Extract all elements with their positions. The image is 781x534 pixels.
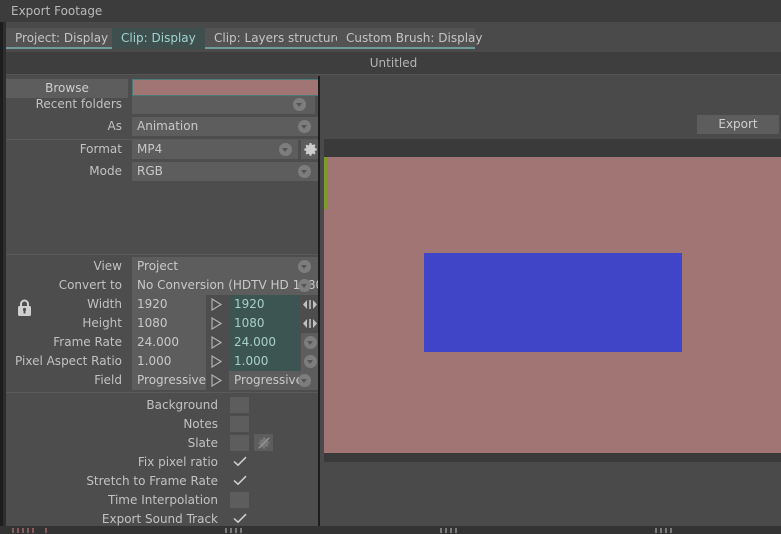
pixel-aspect-ratio-target-field[interactable]: 1.000 — [229, 352, 299, 371]
mode-label: Mode — [89, 164, 122, 178]
field-chevron-down-icon[interactable] — [298, 374, 311, 387]
fix-pixel-ratio-checkbox[interactable] — [230, 454, 249, 470]
height-nudge-arrows-icon[interactable] — [302, 314, 318, 333]
convert-to-label: Convert to — [58, 278, 122, 292]
frame-rate-target-field[interactable]: 24.000 — [229, 333, 299, 352]
tab-clip-display[interactable]: Clip: Display — [112, 28, 205, 49]
check-icon — [232, 475, 247, 486]
recent-folders-select[interactable] — [132, 95, 315, 114]
stretch-to-frame-rate-label: Stretch to Frame Rate — [86, 474, 218, 488]
view-chevron-down-icon[interactable] — [298, 260, 311, 273]
width-source-field[interactable]: 1920 — [132, 295, 206, 314]
view-label: View — [93, 259, 122, 273]
recent-folders-chevron-down-icon[interactable] — [293, 98, 306, 111]
title-bar: Export Footage — [0, 0, 781, 22]
tab-strip: Project: Display Clip: Display Clip: Lay… — [6, 28, 781, 49]
field-source-field[interactable]: Progressive — [132, 371, 206, 390]
width-transfer-arrow-icon — [211, 298, 222, 311]
tab-project-display[interactable]: Project: Display — [6, 28, 112, 49]
as-select[interactable]: Animation — [132, 117, 320, 136]
canvas-shape-rectangle — [424, 253, 682, 352]
frame-rate-label: Frame Rate — [53, 335, 122, 349]
field-transfer-arrow-icon — [211, 374, 222, 387]
notes-checkbox[interactable] — [230, 416, 249, 432]
width-target-field[interactable]: 1920 — [229, 295, 299, 314]
background-label: Background — [146, 398, 218, 412]
height-label: Height — [82, 316, 122, 330]
frame-rate-transfer-arrow-icon — [211, 336, 222, 349]
slate-label: Slate — [187, 436, 218, 450]
canvas-marker — [324, 157, 327, 209]
convert-to-chevron-down-icon[interactable] — [298, 279, 311, 292]
frame-range-controls: All Frames - Clip 1000 — [320, 462, 781, 534]
format-label: Format — [79, 142, 122, 156]
fix-pixel-ratio-label: Fix pixel ratio — [137, 455, 218, 469]
tab-clip-layers-structure[interactable]: Clip: Layers structure — [205, 28, 343, 49]
export-footage-dialog: Export Footage Project: Display Clip: Di… — [0, 0, 781, 534]
canvas-top-bar — [324, 139, 781, 157]
export-button[interactable]: Export — [697, 115, 779, 134]
divider-resolution — [6, 254, 320, 255]
canvas-bottom-bar — [324, 453, 781, 462]
field-label: Field — [94, 373, 122, 387]
stretch-to-frame-rate-checkbox[interactable] — [230, 473, 249, 489]
preview-panel: Export All Frames - Clip 1000 — [320, 76, 781, 534]
frame-rate-chevron-down-icon — [304, 336, 317, 349]
tab-custom-brush-display[interactable]: Custom Brush: Display — [337, 28, 483, 49]
width-nudge-arrows-icon[interactable] — [302, 295, 318, 314]
notes-label: Notes — [183, 417, 218, 431]
format-chevron-down-icon[interactable] — [279, 143, 292, 156]
slate-checkbox[interactable] — [230, 435, 249, 451]
pixel-aspect-ratio-source-field[interactable]: 1.000 — [132, 352, 206, 371]
height-target-field[interactable]: 1080 — [229, 314, 299, 333]
pixel-aspect-ratio-label: Pixel Aspect Ratio — [15, 354, 122, 368]
document-header: Untitled — [6, 52, 781, 75]
pixel-aspect-ratio-transfer-arrow-icon — [211, 355, 222, 368]
pixel-aspect-ratio-chevron-down-icon — [304, 355, 317, 368]
export-toolbar: Export — [320, 112, 781, 138]
background-checkbox[interactable] — [230, 397, 249, 413]
settings-panel: Browse Recent folders As Animation Forma… — [6, 76, 320, 534]
divider-options — [6, 392, 320, 393]
document-name: Untitled — [369, 56, 418, 70]
check-icon — [232, 513, 247, 524]
height-source-field[interactable]: 1080 — [132, 314, 206, 333]
bottom-ticks-icon — [12, 528, 672, 533]
preview-canvas[interactable] — [324, 157, 781, 453]
width-label: Width — [87, 297, 122, 311]
height-transfer-arrow-icon — [211, 317, 222, 330]
check-icon — [232, 456, 247, 467]
view-select[interactable]: Project — [132, 257, 320, 276]
convert-to-select[interactable]: No Conversion (HDTV HD 1080p — [132, 276, 320, 295]
time-interpolation-label: Time Interpolation — [108, 493, 218, 507]
as-chevron-down-icon[interactable] — [298, 120, 311, 133]
mode-chevron-down-icon[interactable] — [298, 165, 311, 178]
window-bottom-strip — [0, 526, 781, 534]
frame-rate-source-field[interactable]: 24.000 — [132, 333, 206, 352]
export-sound-track-checkbox[interactable] — [230, 511, 249, 527]
gear-disabled-icon — [257, 437, 270, 449]
slate-settings-button — [254, 434, 273, 451]
format-select[interactable]: MP4 — [132, 140, 298, 159]
time-interpolation-checkbox[interactable] — [230, 492, 249, 508]
recent-folders-label: Recent folders — [35, 97, 122, 111]
gear-icon — [304, 142, 317, 156]
window-title: Export Footage — [11, 4, 103, 18]
window-left-border — [0, 0, 3, 534]
as-label: As — [107, 119, 122, 133]
mode-select[interactable]: RGB — [132, 162, 320, 181]
